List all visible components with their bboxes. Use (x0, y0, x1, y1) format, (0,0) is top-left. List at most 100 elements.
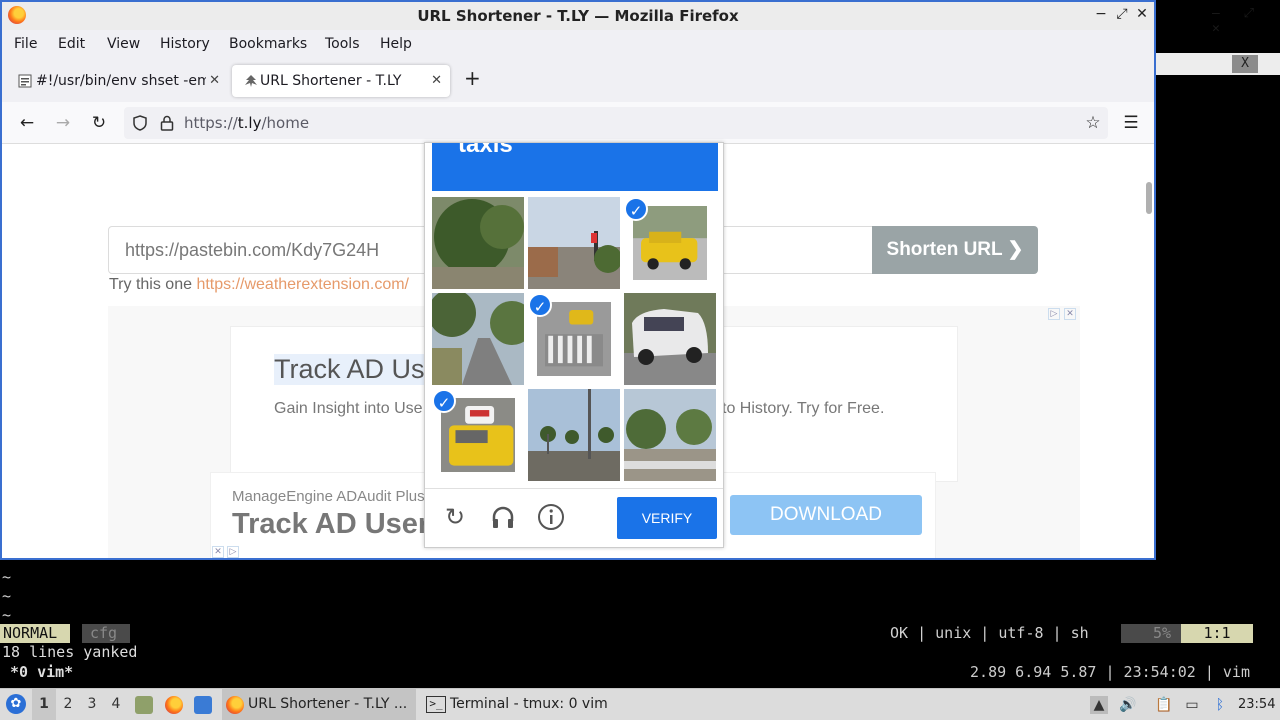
captcha-divider (425, 488, 723, 489)
empty-line-marker: ~ (2, 587, 12, 605)
task-firefox[interactable]: URL Shortener - T.LY ... (222, 689, 416, 720)
tab-label: URL Shortener - T.LY (260, 73, 402, 89)
taskbar: ✿ 1 2 3 4 URL Shortener - T.LY ... >_ Te… (0, 688, 1280, 720)
info-icon[interactable] (537, 503, 565, 531)
back-icon[interactable]: ← (16, 112, 38, 134)
menu-view[interactable]: View (107, 36, 140, 52)
file-manager-icon[interactable] (135, 696, 153, 714)
tmux-window-name[interactable]: *0 vim* (10, 662, 73, 682)
ad-close-icon[interactable]: ✕ (212, 546, 224, 558)
workspace-2[interactable]: 2 (56, 689, 80, 720)
try-suggestion: Try this one https://weatherextension.co… (109, 276, 409, 293)
firefox-icon (226, 696, 244, 714)
verify-button[interactable]: VERIFY (617, 497, 717, 539)
display-icon[interactable]: ▭ (1183, 696, 1201, 714)
workspace-4[interactable]: 4 (104, 689, 128, 720)
captcha-header: taxis (432, 143, 718, 191)
ad-title[interactable]: Track AD Us (274, 354, 425, 385)
task-label: URL Shortener - T.LY ... (248, 696, 408, 712)
close-button[interactable]: ✕ (1133, 6, 1151, 22)
new-tab-button[interactable]: + (464, 66, 481, 90)
tly-favicon-icon (245, 75, 257, 87)
audio-icon[interactable] (489, 503, 517, 531)
lock-icon[interactable] (160, 115, 174, 131)
vim-filetype: cfg (82, 624, 130, 643)
captcha-tile[interactable] (432, 293, 524, 385)
workspace-1[interactable]: 1 (32, 689, 56, 720)
terminal-pane-strip (1156, 53, 1280, 75)
minimize-button[interactable]: − (1092, 6, 1110, 22)
checkmark-icon: ✓ (624, 197, 648, 221)
menu-help[interactable]: Help (380, 36, 412, 52)
empty-line-marker: ~ (2, 606, 12, 624)
adchoices-icon[interactable]: ▷ (1048, 308, 1060, 320)
title-bar[interactable]: URL Shortener - T.LY — Mozilla Firefox −… (2, 2, 1154, 30)
vim-message: 18 lines yanked (2, 643, 138, 661)
menu-file[interactable]: File (14, 36, 37, 52)
reload-icon[interactable]: ↻ (88, 112, 110, 134)
scrollbar-thumb[interactable] (1146, 182, 1152, 214)
shorten-url-button[interactable]: Shorten URL ❯ (872, 226, 1038, 274)
tab-label: #!/usr/bin/env shset -em (36, 73, 206, 89)
bookmark-star-icon[interactable]: ☆ (1082, 112, 1104, 134)
clipboard-icon[interactable]: 📋 (1155, 696, 1173, 714)
captcha-tile[interactable] (528, 197, 620, 289)
desktop-icon[interactable] (194, 696, 212, 714)
tab-strip: #!/usr/bin/env shset -em ✕ URL Shortener… (2, 60, 1154, 102)
ad-sponsor: ManageEngine ADAudit Plus (232, 488, 425, 505)
vim-percent: 5% (1121, 624, 1181, 643)
captcha-tile[interactable] (432, 197, 524, 289)
hamburger-menu-icon[interactable]: ☰ (1120, 112, 1142, 134)
menu-bar: File Edit View History Bookmarks Tools H… (2, 30, 1154, 60)
workspace-3[interactable]: 3 (80, 689, 104, 720)
captcha-tile-selected[interactable]: ✓ (528, 293, 620, 385)
clock[interactable]: 23:54 (1238, 689, 1275, 720)
terminal-close-button[interactable]: X (1232, 55, 1258, 73)
captcha-tile[interactable] (624, 389, 716, 481)
document-icon (18, 74, 32, 88)
task-label: Terminal - tmux: 0 vim (450, 696, 608, 712)
captcha-tile-selected[interactable]: ✓ (624, 197, 716, 289)
vim-statusline: NORMAL cfg OK | unix | utf-8 | sh 5% 1:1 (0, 624, 1280, 643)
address-bar[interactable]: https://t.ly/home (124, 107, 1108, 139)
task-terminal[interactable]: >_ Terminal - tmux: 0 vim (422, 689, 622, 720)
ad-headline[interactable]: Track AD User (232, 508, 429, 541)
menu-history[interactable]: History (160, 36, 210, 52)
navigation-toolbar: ← → ↻ https://t.ly/home ☆ ☰ (2, 102, 1154, 144)
captcha-tile[interactable] (528, 389, 620, 481)
captcha-tile-selected[interactable]: ✓ (432, 389, 524, 481)
reload-icon[interactable]: ↻ (441, 503, 469, 531)
empty-line-marker: ~ (2, 568, 12, 586)
maximize-button[interactable]: ⤢ (1113, 6, 1131, 22)
volume-icon[interactable]: 🔊 (1119, 696, 1137, 714)
shield-icon[interactable] (132, 115, 148, 131)
tray-expand-icon[interactable]: ▲ (1090, 696, 1108, 714)
download-button[interactable]: DOWNLOAD (730, 495, 922, 535)
start-menu-icon[interactable]: ✿ (6, 694, 26, 714)
forward-icon[interactable]: → (52, 112, 74, 134)
tmux-load-clock: 2.89 6.94 5.87 | 23:54:02 | vim (970, 663, 1250, 681)
try-link[interactable]: https://weatherextension.com/ (196, 276, 409, 293)
captcha-target-word: taxis (458, 143, 513, 158)
adchoices-icon[interactable]: ▷ (227, 546, 239, 558)
ad-close-icon[interactable]: ✕ (1064, 308, 1076, 320)
tab-terminal-script[interactable]: #!/usr/bin/env shset -em ✕ (6, 65, 228, 97)
terminal-window-controls: — ⤢ ✕ (1212, 6, 1263, 36)
menu-bookmarks[interactable]: Bookmarks (229, 36, 307, 52)
checkmark-icon: ✓ (528, 293, 552, 317)
tab-close-icon[interactable]: ✕ (209, 65, 220, 97)
menu-edit[interactable]: Edit (58, 36, 85, 52)
firefox-window[interactable]: URL Shortener - T.LY — Mozilla Firefox −… (0, 0, 1156, 560)
bluetooth-icon[interactable]: ᛒ (1211, 696, 1229, 714)
url-text[interactable]: https://t.ly/home (184, 107, 309, 139)
vim-mode: NORMAL (0, 624, 70, 643)
tab-close-icon[interactable]: ✕ (431, 65, 442, 97)
captcha-challenge: taxis ✓ ✓ ✓ ↻ VERIFY (424, 142, 724, 548)
terminal-icon: >_ (426, 696, 446, 713)
captcha-tile[interactable] (624, 293, 716, 385)
tmux-statusbar: *0 vim* 2.89 6.94 5.87 | 23:54:02 | vim (0, 662, 1280, 682)
window-title: URL Shortener - T.LY — Mozilla Firefox (417, 7, 739, 25)
menu-tools[interactable]: Tools (325, 36, 360, 52)
tab-url-shortener[interactable]: URL Shortener - T.LY ✕ (232, 65, 450, 97)
firefox-launcher-icon[interactable] (165, 696, 183, 714)
